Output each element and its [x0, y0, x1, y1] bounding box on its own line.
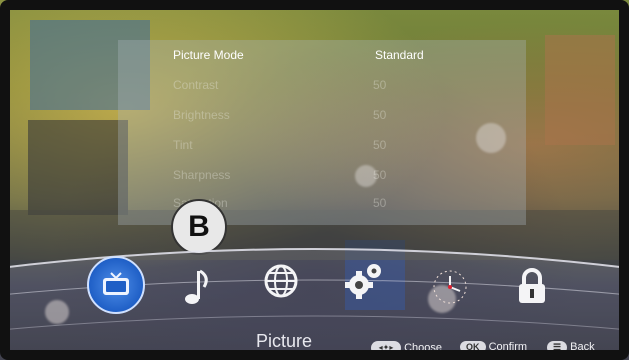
- menu-item-label: Picture Mode: [173, 48, 244, 62]
- music-icon-button[interactable]: [172, 262, 222, 312]
- menu-item-label: Contrast: [173, 78, 219, 92]
- picture-settings-menu: Picture Mode Standard Contrast 50 Bright…: [118, 40, 526, 225]
- selected-menu-caption: Picture: [256, 331, 313, 351]
- menu-item-label: Sharpness: [173, 168, 231, 182]
- globe-icon: [264, 264, 298, 298]
- network-icon-button[interactable]: [256, 256, 306, 306]
- tv-icon: [103, 272, 129, 295]
- music-note-icon: [185, 269, 208, 304]
- timer-icon-button[interactable]: [425, 262, 475, 312]
- gear-icon: [345, 264, 381, 299]
- lock-icon-button[interactable]: [507, 262, 557, 312]
- confirm-hint: OK Confirm: [460, 341, 527, 353]
- menu-item-contrast[interactable]: Contrast 50: [173, 78, 503, 98]
- back-hint: ☰ Back: [547, 341, 595, 354]
- choose-label: Choose: [404, 341, 442, 354]
- clock-icon: [433, 270, 467, 304]
- menu-item-tint[interactable]: Tint 50: [173, 138, 503, 158]
- confirm-label: Confirm: [488, 341, 528, 353]
- menu-item-picture-mode[interactable]: Picture Mode Standard: [173, 48, 503, 68]
- menu-item-sharpness[interactable]: Sharpness 50: [173, 168, 503, 188]
- menu-item-value: 50: [373, 78, 387, 92]
- back-button-icon: ☰: [547, 341, 568, 354]
- background-shelf: [28, 120, 128, 215]
- tv-screen: Picture Mode Standard Contrast 50 Bright…: [0, 0, 629, 360]
- choose-hint: ◂✦▸ Choose: [371, 341, 442, 355]
- settings-icon-button[interactable]: [340, 256, 390, 306]
- menu-item-value: Standard: [375, 48, 424, 62]
- menu-item-value: 50: [373, 168, 387, 182]
- menu-item-brightness[interactable]: Brightness 50: [173, 108, 503, 128]
- menu-item-value: 50: [373, 108, 387, 122]
- ok-button-icon: OK: [460, 341, 486, 353]
- background-poster: [545, 35, 615, 145]
- menu-item-label: Tint: [173, 138, 193, 152]
- menu-item-value: 50: [373, 138, 387, 152]
- tv-icon-button[interactable]: [87, 256, 145, 314]
- lock-icon: [519, 268, 545, 303]
- dpad-icon: ◂✦▸: [371, 341, 401, 355]
- menu-item-label: Brightness: [173, 108, 230, 122]
- back-label: Back: [570, 341, 595, 353]
- menu-item-value: 50: [373, 196, 387, 210]
